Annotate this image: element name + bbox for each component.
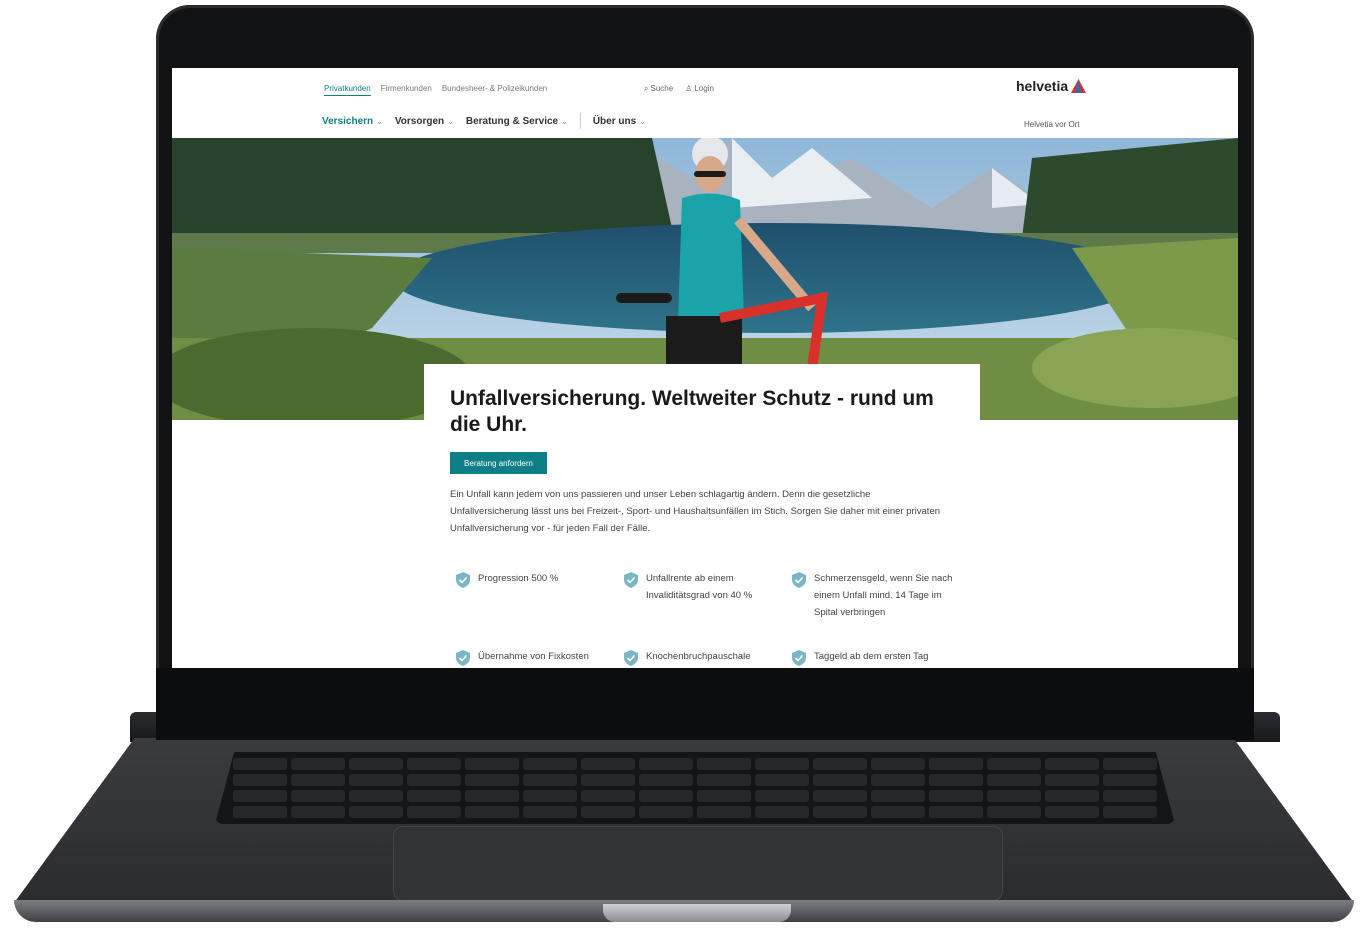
laptop-notch [603, 904, 791, 922]
shield-check-icon [792, 572, 806, 588]
search-icon: ⌕ [644, 84, 649, 93]
feature-item: Unfallrente ab einem Invaliditätsgrad vo… [624, 570, 792, 621]
page-title: Unfallversicherung. Weltweiter Schutz - … [450, 387, 934, 436]
logo-text: helvetia [1016, 78, 1069, 94]
consultation-request-button[interactable]: Beratung anfordern [450, 452, 547, 474]
shield-check-icon [624, 572, 638, 588]
segment-privatkunden[interactable]: Privatkunden [324, 84, 371, 96]
location-link[interactable]: Helvetia vor Ort [1024, 120, 1080, 129]
utility-nav: ⌕ Suche ♙ Login [644, 84, 714, 94]
main-nav: Versichern ⌄ Vorsorgen ⌄ Beratung & Servic… [322, 113, 646, 129]
nav-vorsorgen-label: Vorsorgen [394, 116, 445, 127]
helvetia-logo[interactable]: helvetia [1016, 78, 1087, 94]
browser-screen: Privatkunden Firmenkunden Bundesheer- & … [172, 68, 1238, 668]
search-label: Suche [650, 84, 674, 93]
chevron-down-icon: ⌄ [447, 117, 454, 126]
laptop-trackpad [393, 826, 1003, 901]
feature-text: Übernahme von Fixkosten [478, 651, 589, 662]
features-grid-row-2: Übernahme von Fixkosten Knochenbruchpaus… [456, 648, 976, 666]
feature-text: Progression 500 % [478, 573, 559, 584]
site-header: Privatkunden Firmenkunden Bundesheer- & … [172, 68, 1238, 138]
laptop-keyboard [215, 752, 1175, 824]
search-link[interactable]: ⌕ Suche [644, 84, 673, 94]
shield-check-icon [456, 650, 470, 666]
features-grid: Progression 500 % Unfallrente ab einem I… [456, 570, 976, 621]
shield-check-icon [456, 572, 470, 588]
chevron-down-icon: ⌄ [376, 117, 383, 126]
chevron-down-icon: ⌄ [561, 117, 568, 126]
nav-versichern[interactable]: Versichern ⌄ [322, 116, 383, 129]
feature-text: Unfallrente ab einem Invaliditätsgrad vo… [646, 573, 753, 601]
feature-item: Taggeld ab dem ersten Tag [792, 648, 960, 666]
feature-item: Knochenbruchpauschale [624, 648, 792, 666]
nav-divider [579, 113, 581, 129]
feature-item: Schmerzensgeld, wenn Sie nach einem Unfa… [792, 570, 960, 621]
feature-item: Übernahme von Fixkosten [456, 648, 624, 666]
nav-vorsorgen[interactable]: Vorsorgen ⌄ [395, 116, 454, 129]
nav-beratung-service[interactable]: Beratung & Service ⌄ [466, 116, 568, 129]
feature-text: Taggeld ab dem ersten Tag [814, 651, 929, 662]
intro-text: Ein Unfall kann jedem von uns passieren … [450, 489, 941, 534]
logo-mark-icon [1071, 79, 1087, 93]
feature-text: Schmerzensgeld, wenn Sie nach einem Unfa… [814, 573, 953, 618]
shield-check-icon [792, 650, 806, 666]
nav-beratung-label: Beratung & Service [465, 116, 559, 127]
nav-ueber-uns[interactable]: Über uns ⌄ [593, 116, 646, 129]
screen-bezel-bottom [156, 668, 1254, 740]
content-card: Unfallversicherung. Weltweiter Schutz - … [424, 364, 980, 664]
customer-segment-nav: Privatkunden Firmenkunden Bundesheer- & … [324, 84, 547, 96]
user-icon: ♙ [685, 84, 693, 93]
segment-firmenkunden[interactable]: Firmenkunden [381, 84, 432, 96]
shield-check-icon [624, 650, 638, 666]
feature-text: Knochenbruchpauschale [646, 651, 751, 662]
nav-versichern-label: Versichern [322, 116, 374, 127]
login-label: Login [694, 84, 714, 93]
chevron-down-icon: ⌄ [639, 117, 646, 126]
segment-bundesheer[interactable]: Bundesheer- & Polizeikunden [442, 84, 547, 96]
nav-ueber-uns-label: Über uns [592, 116, 637, 127]
login-link[interactable]: ♙ Login [685, 84, 714, 94]
feature-item: Progression 500 % [456, 570, 624, 621]
